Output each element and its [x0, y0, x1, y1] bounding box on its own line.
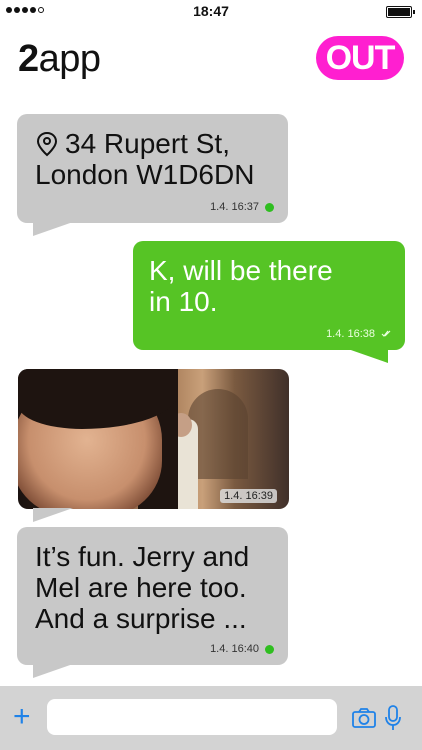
message-outgoing[interactable]: K, will be there in 10. 1.4. 16:38: [133, 241, 405, 350]
message-text: in 10.: [149, 286, 218, 317]
camera-icon[interactable]: [352, 708, 376, 728]
message-incoming[interactable]: It’s fun. Jerry and Mel are here too. An…: [17, 527, 288, 665]
message-photo[interactable]: 1.4. 16:39: [18, 369, 289, 509]
message-text: 34 Rupert St,: [65, 128, 230, 159]
location-pin-icon: [36, 131, 58, 156]
message-location[interactable]: 34 Rupert St, London W1D6DN 1.4. 16:37: [17, 114, 288, 223]
plus-icon[interactable]: +: [13, 702, 31, 732]
message-text: K, will be there: [149, 255, 333, 286]
message-text: It’s fun. Jerry and: [35, 541, 250, 572]
app-logo-text: app: [38, 38, 101, 80]
photo-timestamp: 1.4. 16:39: [220, 489, 277, 503]
bubble-tail: [33, 508, 73, 522]
bubble-tail: [33, 664, 73, 678]
bubble-tail: [348, 349, 388, 363]
message-timestamp: 1.4. 16:40: [210, 643, 259, 655]
microphone-icon[interactable]: [385, 705, 401, 731]
message-timestamp: 1.4. 16:38: [326, 328, 375, 340]
app-logo-number: 2: [18, 38, 39, 80]
bubble-tail: [33, 222, 73, 236]
composer-bar: +: [0, 686, 422, 750]
message-timestamp: 1.4. 16:37: [210, 201, 259, 213]
delivered-dot-icon: [265, 202, 274, 212]
message-text: Mel are here too.: [35, 572, 247, 603]
message-input[interactable]: [47, 699, 337, 735]
delivered-dot-icon: [265, 644, 274, 654]
message-text: And a surprise ...: [35, 603, 247, 634]
out-button[interactable]: OUT: [316, 36, 404, 80]
app-logo: 2app: [18, 38, 101, 81]
read-check-icon: [381, 330, 391, 337]
battery-icon: [386, 6, 415, 18]
status-bar: 18:47: [0, 0, 422, 22]
message-text: London W1D6DN: [35, 159, 255, 190]
status-time: 18:47: [193, 3, 229, 19]
